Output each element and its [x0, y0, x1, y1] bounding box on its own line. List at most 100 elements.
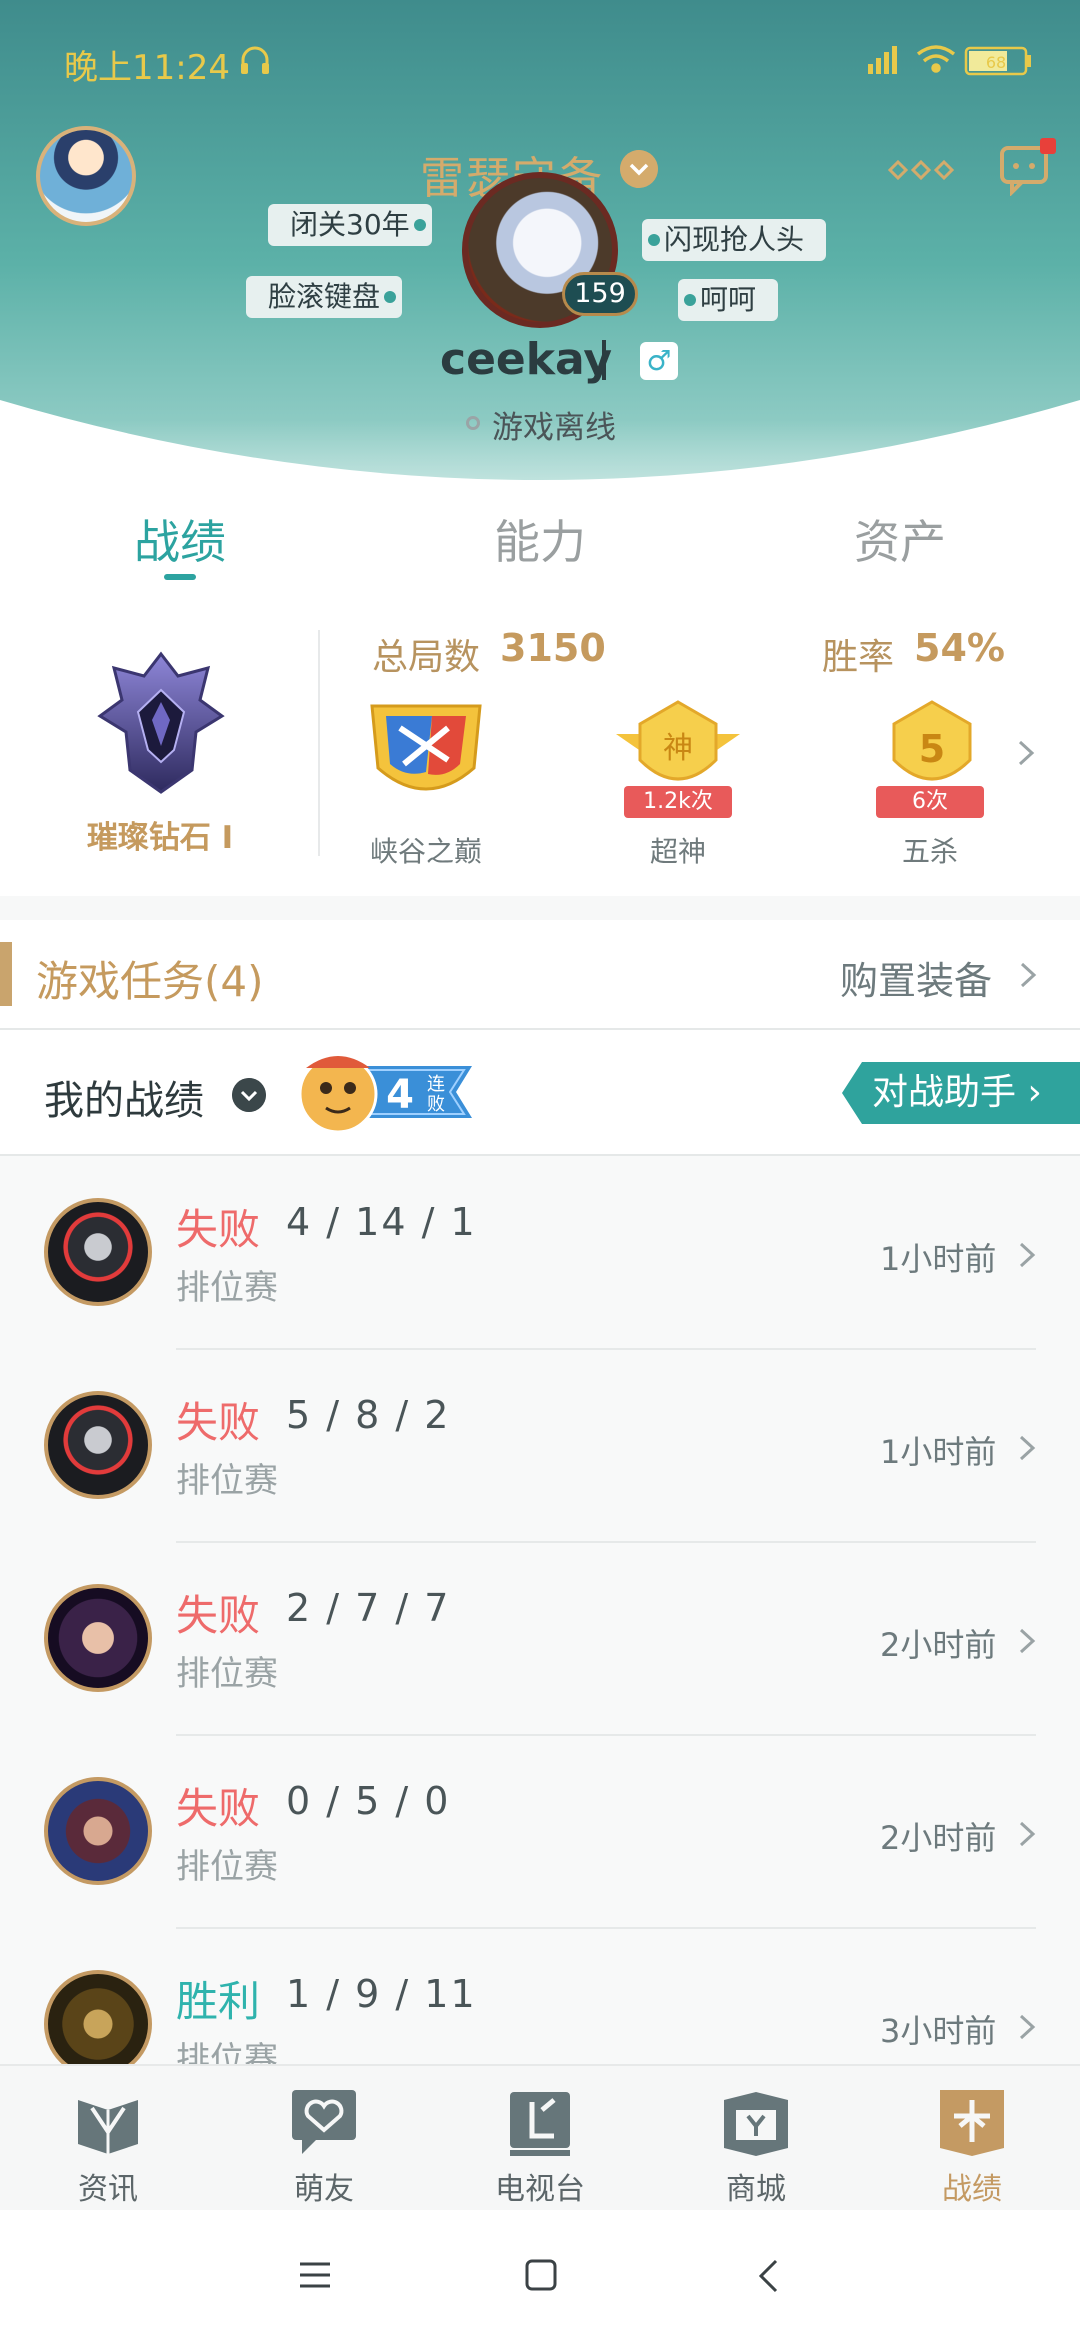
profile-tag: 闭关30年	[268, 204, 432, 246]
win-rate-label: 胜率	[822, 637, 895, 678]
badge-label: 峡谷之巅	[369, 835, 482, 868]
my-record-header: 我的战绩 4 连 败 对战助手 ›	[0, 1030, 1080, 1156]
match-result: 失败	[176, 1591, 261, 1640]
profile-tag: 脸滚键盘	[246, 276, 403, 318]
profile-tag: 呵呵	[678, 279, 779, 321]
buy-equipment-link[interactable]: 购置装备	[840, 950, 992, 1005]
nav-friends[interactable]: 萌友	[216, 2086, 432, 2207]
match-result: 失败	[176, 1205, 261, 1254]
total-games-label: 总局数	[372, 637, 481, 678]
system-navigation-bar	[0, 2210, 1080, 2340]
nav-label: 萌友	[294, 2172, 354, 2207]
more-icon[interactable]	[888, 160, 954, 180]
match-result: 失败	[176, 1398, 261, 1447]
section-accent-bar	[0, 942, 12, 1006]
match-kda: 0 / 5 / 0	[286, 1779, 451, 1823]
badge-label: 超神	[649, 835, 706, 868]
match-kda: 4 / 14 / 1	[286, 1200, 477, 1244]
match-row[interactable]: 失败 4 / 14 / 1 排位赛 1小时前	[0, 1156, 1080, 1350]
champion-avatar	[44, 1391, 152, 1499]
nav-label: 商城	[726, 2172, 786, 2207]
name-separator	[602, 340, 606, 380]
nav-record[interactable]: 战绩	[864, 2086, 1080, 2207]
player-name: ceekay	[440, 334, 613, 385]
friends-icon	[292, 2090, 356, 2154]
svg-text:败: 败	[427, 1094, 445, 1115]
badge-count: 1.2k次	[624, 786, 732, 818]
active-tab-indicator	[164, 574, 196, 580]
offline-status-icon	[466, 416, 480, 430]
record-icon	[940, 2090, 1004, 2156]
chevron-right-icon	[1019, 1435, 1036, 1461]
match-result: 失败	[176, 1784, 261, 1833]
summit-crest-icon[interactable]	[356, 698, 496, 808]
match-time: 2小时前	[880, 1819, 997, 1857]
match-mode: 排位赛	[176, 1268, 278, 1308]
svg-text:连: 连	[427, 1074, 445, 1095]
match-time: 2小时前	[880, 1626, 997, 1664]
champion-avatar	[44, 1584, 152, 1692]
tv-icon	[510, 2092, 570, 2156]
chevron-right-icon	[1019, 1242, 1036, 1268]
menu-icon[interactable]	[298, 2260, 332, 2290]
badge-count: 6次	[876, 786, 984, 818]
headset-icon	[241, 46, 269, 74]
chevron-right-icon	[1019, 2014, 1036, 2040]
match-time: 3小时前	[880, 2012, 997, 2050]
tab-assets[interactable]: 资产	[720, 506, 1080, 572]
match-row[interactable]: 胜利 1 / 9 / 11 排位赛 3小时前	[0, 1928, 1080, 2064]
chevron-right-icon[interactable]	[1012, 738, 1042, 768]
match-mode: 排位赛	[176, 1461, 278, 1501]
total-games-value: 3150	[500, 626, 606, 670]
tab-ability[interactable]: 能力	[360, 506, 720, 572]
match-kda: 2 / 7 / 7	[286, 1586, 451, 1630]
nav-store[interactable]: 商城	[648, 2086, 864, 2207]
wifi-icon	[916, 45, 956, 73]
diamond-rank-emblem-icon	[97, 651, 225, 794]
match-mode: 排位赛	[176, 2040, 278, 2064]
champion-avatar	[44, 1777, 152, 1885]
chevron-right-icon[interactable]	[1016, 960, 1042, 990]
divider	[318, 630, 320, 856]
battery-icon: 68	[964, 46, 1031, 76]
bottom-navigation: 资讯 萌友 电视台 商城 战绩	[0, 2064, 1080, 2212]
status-time: 晚上11:24	[64, 48, 230, 88]
male-gender-icon: ♂	[640, 342, 678, 380]
chevron-down-icon[interactable]	[620, 150, 658, 188]
chat-icon[interactable]	[998, 138, 1056, 196]
back-icon[interactable]	[756, 2258, 780, 2294]
match-time: 1小时前	[880, 1240, 997, 1278]
match-row[interactable]: 失败 5 / 8 / 2 排位赛 1小时前	[0, 1349, 1080, 1543]
chevron-right-icon	[1019, 1821, 1036, 1847]
game-tasks-row[interactable]: 游戏任务(4) 购置装备	[0, 920, 1080, 1030]
my-record-title[interactable]: 我的战绩	[44, 1068, 204, 1126]
level-badge: 159	[562, 272, 638, 316]
match-list[interactable]: 失败 4 / 14 / 1 排位赛 1小时前 失败 5 / 8 / 2 排位赛 …	[0, 1156, 1080, 2064]
signal-icon	[868, 46, 897, 74]
chevron-down-icon[interactable]	[232, 1078, 266, 1112]
profile-tabs: 战绩 能力 资产	[0, 480, 1080, 590]
match-mode: 排位赛	[176, 1654, 278, 1694]
champion-avatar	[44, 1198, 152, 1306]
profile-tag: 闪现抢人头	[642, 219, 827, 261]
losing-streak-badge: 4 连 败	[298, 1054, 472, 1134]
nav-label: 战绩	[942, 2172, 1002, 2207]
online-status-text: 游戏离线	[492, 410, 616, 446]
match-row[interactable]: 失败 0 / 5 / 0 排位赛 2小时前	[0, 1735, 1080, 1929]
news-icon	[78, 2100, 138, 2154]
battle-assistant-button[interactable]: 对战助手 ›	[842, 1062, 1080, 1124]
match-row[interactable]: 失败 2 / 7 / 7 排位赛 2小时前	[0, 1542, 1080, 1736]
game-tasks-title[interactable]: 游戏任务(4)	[36, 948, 264, 1009]
svg-text:5: 5	[919, 727, 945, 771]
user-avatar[interactable]	[36, 126, 136, 226]
svg-text:68: 68	[986, 53, 1006, 72]
match-kda: 5 / 8 / 2	[286, 1393, 451, 1437]
win-rate-value: 54%	[914, 626, 1005, 670]
tab-record[interactable]: 战绩	[0, 506, 360, 572]
nav-tv[interactable]: 电视台	[432, 2086, 648, 2207]
nav-news[interactable]: 资讯	[0, 2086, 216, 2207]
stats-card[interactable]: 璀璨钻石 I 总局数 3150 胜率 54% 峡谷之巅 神 1.2k次 超神 5…	[0, 590, 1080, 896]
svg-text:神: 神	[663, 731, 693, 766]
home-icon[interactable]	[524, 2258, 558, 2292]
match-mode: 排位赛	[176, 1847, 278, 1887]
